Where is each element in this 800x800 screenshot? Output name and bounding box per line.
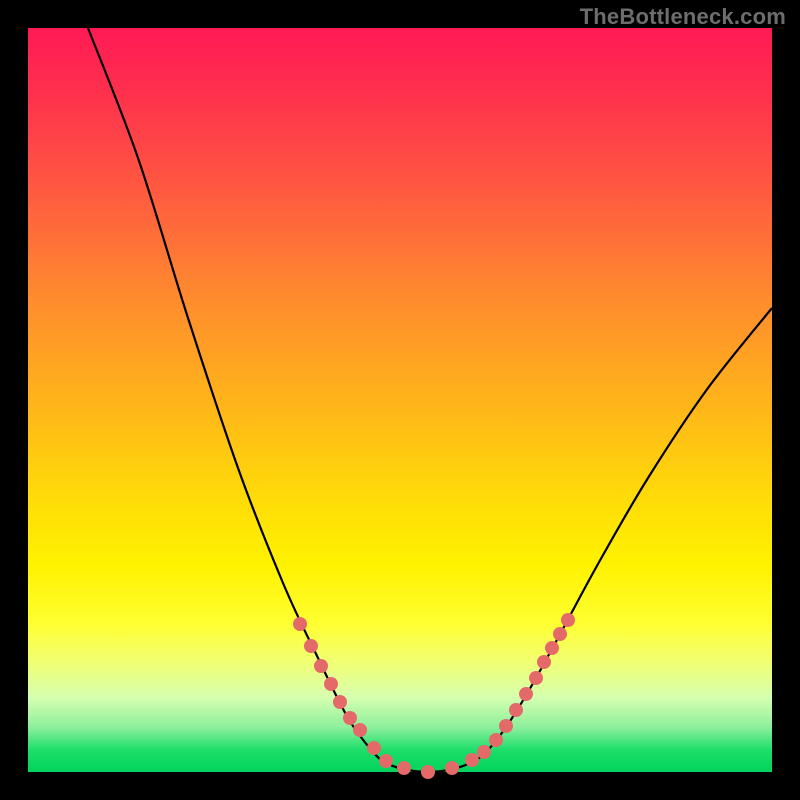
marker-dot [333,695,347,709]
watermark-text: TheBottleneck.com [580,4,786,30]
marker-dot [397,761,411,775]
marker-dot [509,703,523,717]
marker-dot [537,655,551,669]
marker-dot [561,613,575,627]
marker-dot [324,677,338,691]
marker-dot [367,741,381,755]
marker-dot [293,617,307,631]
marker-dot [343,711,357,725]
marker-dot [465,753,479,767]
marker-dot [545,641,559,655]
marker-dot [314,659,328,673]
marker-dot [353,723,367,737]
marker-dot [477,745,491,759]
chart-gradient-area [28,28,772,772]
marker-dot [379,754,393,768]
marker-dot [553,627,567,641]
marker-dot [421,765,435,779]
marker-dot [499,719,513,733]
marker-dot [529,671,543,685]
marker-dot [489,733,503,747]
marker-dot [519,687,533,701]
bottleneck-curve [88,28,772,772]
outer-frame: TheBottleneck.com [0,0,800,800]
marker-dot [445,761,459,775]
marker-dot [304,639,318,653]
chart-svg [28,28,772,772]
